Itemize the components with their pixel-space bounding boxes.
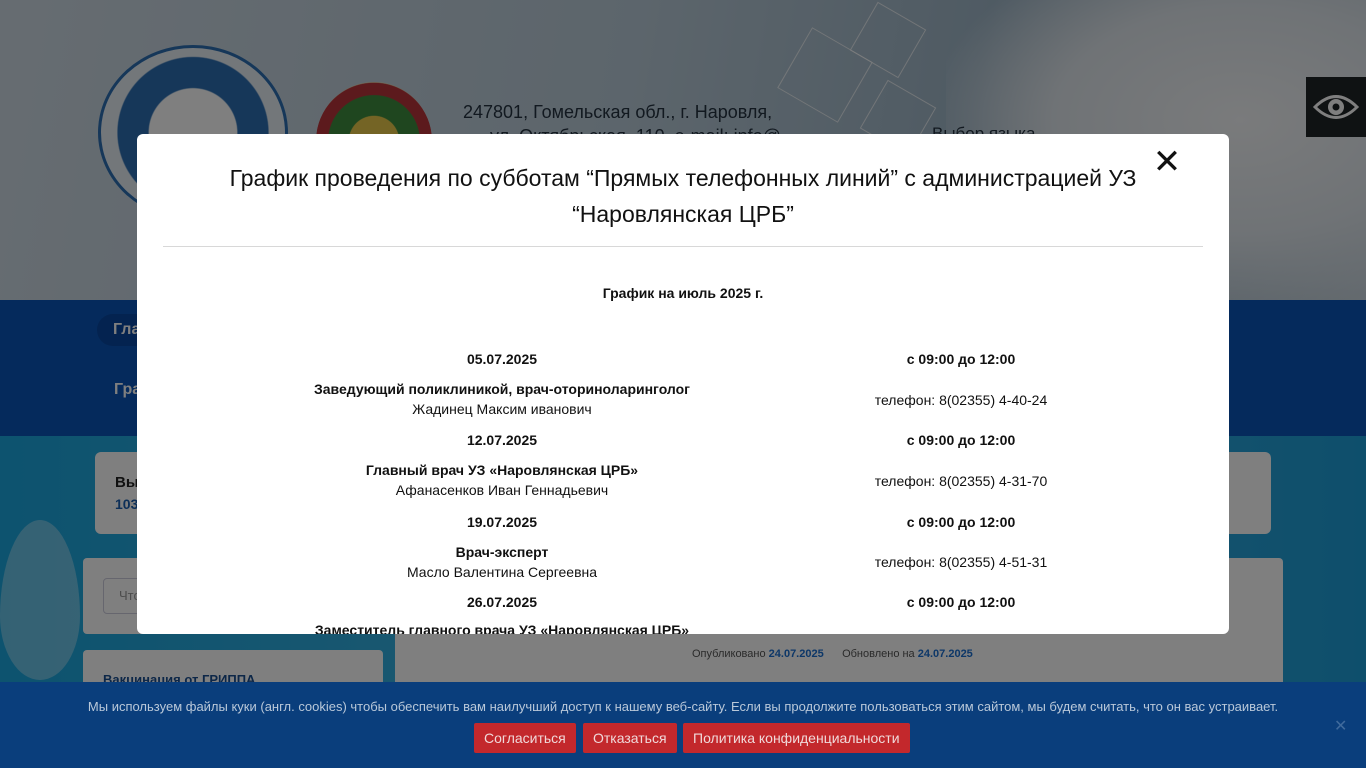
entry-phone: телефон: 8(02355) 4-31-70: [874, 473, 1048, 489]
entry-time: с 09:00 до 12:00: [906, 594, 1016, 610]
entry-date: 26.07.2025: [466, 594, 538, 610]
schedule-modal: График проведения по субботам “Прямых те…: [137, 134, 1229, 634]
entry-date: 19.07.2025: [466, 514, 538, 530]
entry-person: Афанасенков Иван Геннадьевич: [395, 482, 609, 498]
accept-cookies-button[interactable]: Согласиться: [474, 723, 576, 753]
entry-person: Масло Валентина Сергеевна: [406, 564, 598, 580]
cookie-text: Мы используем файлы куки (англ. cookies)…: [87, 699, 1279, 714]
entry-time: с 09:00 до 12:00: [906, 514, 1016, 530]
entry-person: Жадинец Максим иванович: [412, 401, 592, 417]
entry-position: Главный врач УЗ «Наровлянская ЦРБ»: [365, 462, 639, 478]
entry-time: с 09:00 до 12:00: [906, 351, 1016, 367]
modal-title: График проведения по субботам “Прямых те…: [229, 165, 1137, 227]
close-icon[interactable]: ✕: [1151, 145, 1183, 179]
entry-date: 12.07.2025: [466, 432, 538, 448]
entry-position: Врач-эксперт: [455, 544, 549, 560]
entry-phone: телефон: 8(02355) 4-51-31: [874, 554, 1048, 570]
entry-position: Заместитель главного врача УЗ «Наровлянс…: [314, 622, 690, 634]
entry-time: с 09:00 до 12:00: [906, 432, 1016, 448]
cookie-banner: Мы используем файлы куки (англ. cookies)…: [0, 682, 1366, 768]
entry-date: 05.07.2025: [466, 351, 538, 367]
close-icon[interactable]: ✕: [1334, 716, 1347, 736]
schedule-heading: График на июль 2025 г.: [602, 285, 764, 301]
decline-cookies-button[interactable]: Отказаться: [583, 723, 677, 753]
modal-body[interactable]: График на июль 2025 г. 05.07.2025 с 09:0…: [137, 247, 1229, 634]
entry-position: Заведующий поликлиникой, врач-оторинолар…: [313, 381, 691, 397]
entry-phone: телефон: 8(02355) 4-40-24: [874, 392, 1048, 408]
privacy-policy-button[interactable]: Политика конфиденциальности: [683, 723, 910, 753]
